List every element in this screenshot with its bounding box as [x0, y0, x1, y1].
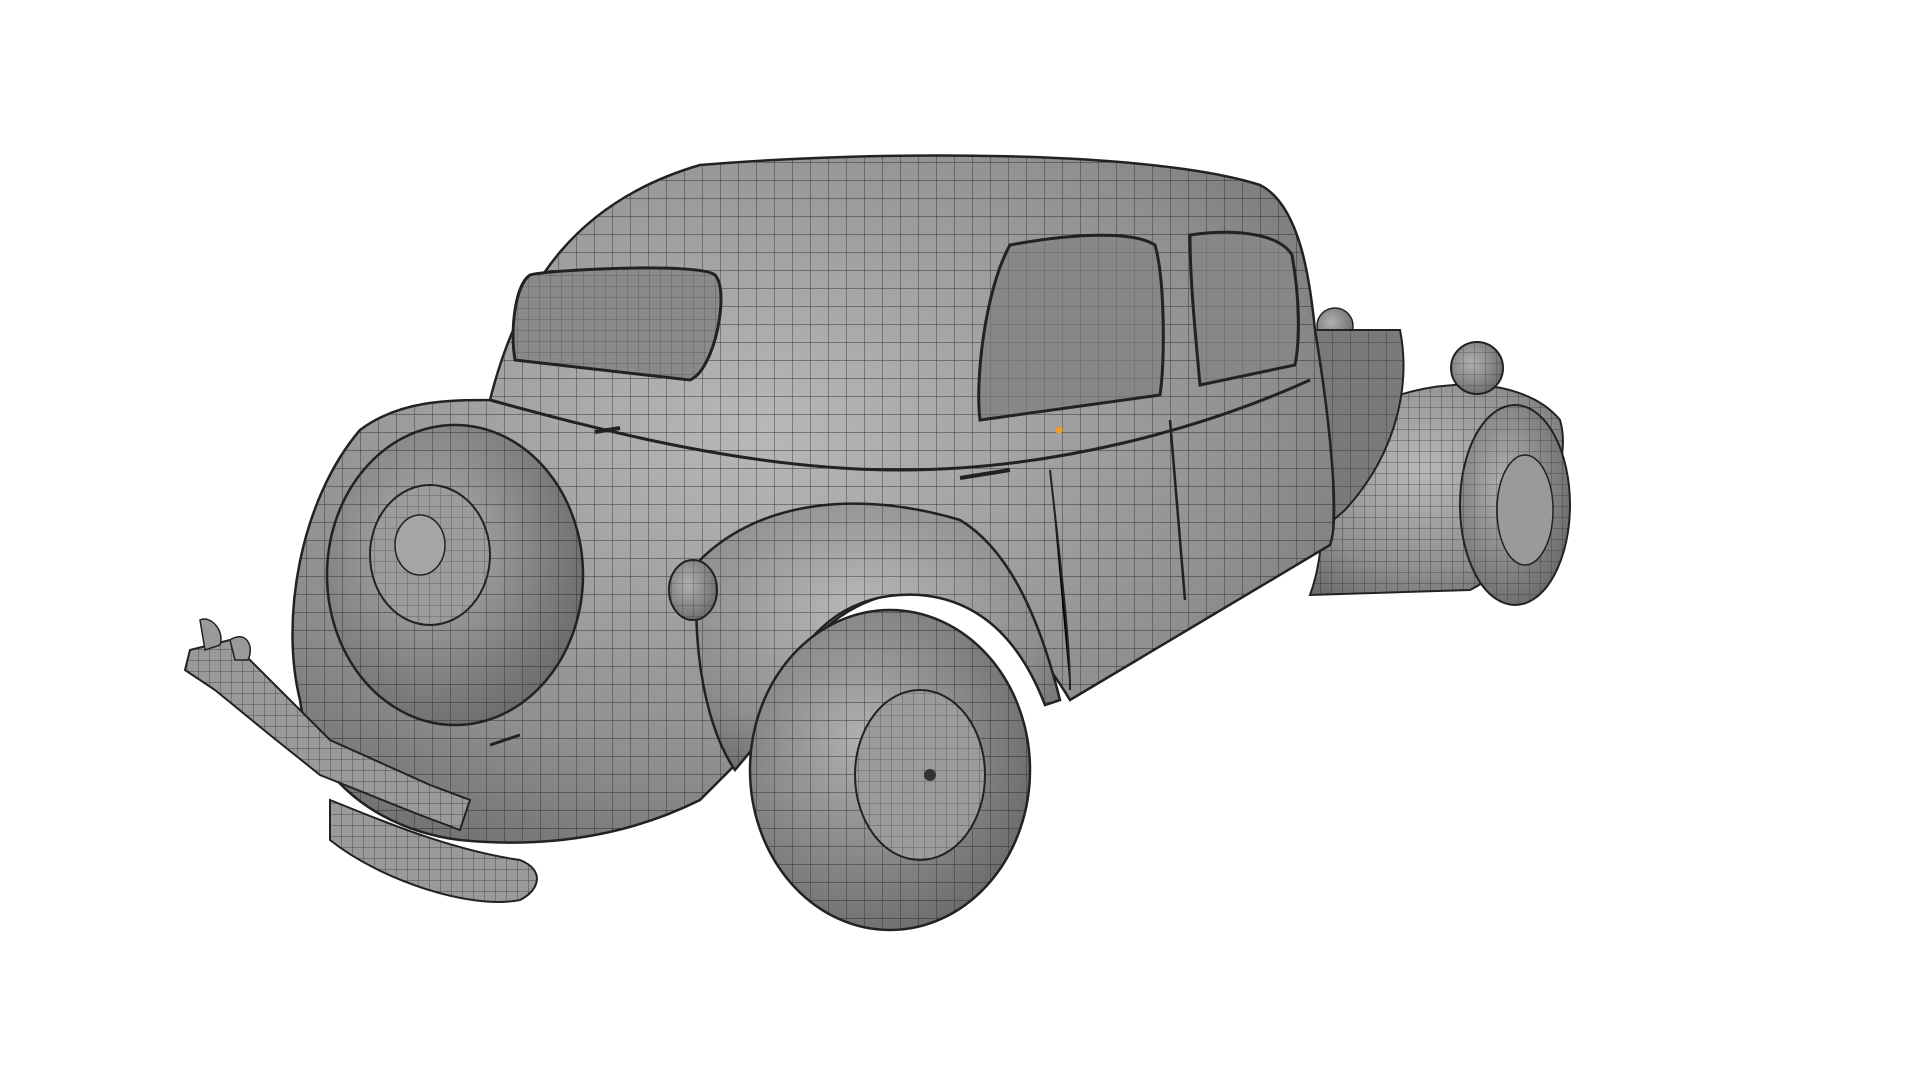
selected-vertex	[1055, 426, 1063, 434]
car-mesh-render	[183, 154, 1571, 932]
spare-wheel	[325, 423, 585, 727]
front-right-wheel	[1459, 404, 1571, 606]
rear-left-wheel	[748, 608, 1032, 932]
rear-window	[511, 266, 723, 382]
side-window-rear	[977, 233, 1165, 422]
tail-lamp	[668, 559, 718, 621]
3d-viewport[interactable]	[0, 0, 1920, 1080]
